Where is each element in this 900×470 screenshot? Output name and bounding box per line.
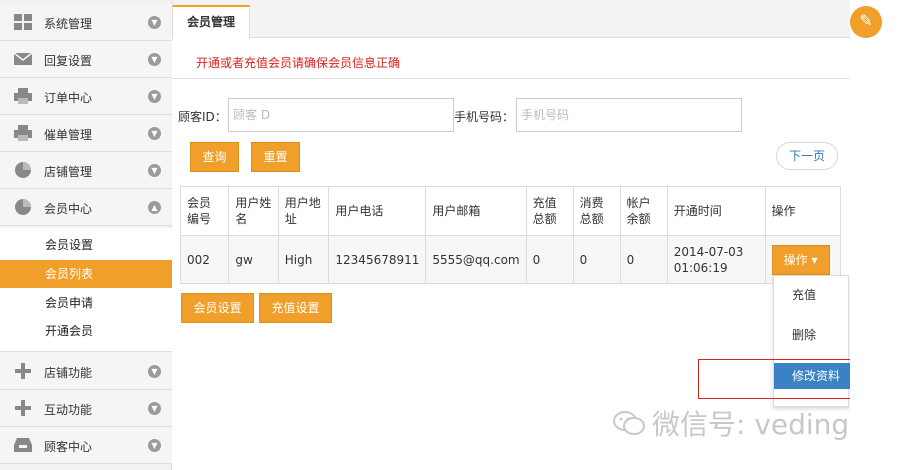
sidebar-item-label: 催单管理 [44,128,93,142]
cell-phone: 12345678911 [328,235,427,284]
sidebar-item-label: 店铺功能 [44,366,93,380]
col-header: 消费总额 [572,186,621,236]
sidebar-item-label: 互动功能 [44,403,93,417]
tab-bar: 会员管理 [172,0,850,39]
plus-icon [15,400,31,416]
logo-icon: ✎ [850,6,882,38]
sidebar-item-system[interactable]: 系统管理 ▼ [0,4,172,41]
chevron-down-icon[interactable]: ▼ [148,16,161,29]
caret-down-icon: ▾ [811,252,818,267]
sidebar-item-reminders[interactable]: 催单管理 ▼ [0,115,172,152]
cell-recharge: 0 [525,235,574,284]
main-panel: 会员管理 开通或者充值会员请确保会员信息正确 顾客ID： 顾客 D 手机号码： … [172,0,850,470]
sidebar-item-label: 回复设置 [44,54,93,68]
sidebar: 系统管理 ▼ 回复设置 ▼ 订单中心 ▼ 催单管理 ▼ 店铺管理 ▼ 会员中心 … [0,0,172,470]
reset-button[interactable]: 重置 [251,142,300,172]
sidebar-item-label: 店铺管理 [44,165,93,179]
col-header: 用户电话 [328,186,427,236]
cell-address: High [277,235,330,284]
col-header: 用户邮箱 [425,186,527,236]
chevron-down-icon[interactable]: ▼ [148,439,161,452]
cell-balance: 0 [619,235,668,284]
cell-email: 5555@qq.com [425,235,527,284]
sidebar-item-interactive[interactable]: 互动功能 ▼ [0,390,172,427]
col-header: 充值总额 [525,186,574,236]
submenu-member-applications[interactable]: 会员申请 [0,289,172,317]
col-header: 开通时间 [666,186,766,236]
plus-icon [15,363,31,379]
menu-item-recharge[interactable]: 充值 [774,282,850,308]
col-header: 帐户余额 [619,186,668,236]
chevron-down-icon[interactable]: ▼ [148,365,161,378]
col-header: 操作 [764,186,842,236]
query-button[interactable]: 查询 [190,142,239,172]
col-header: 用户姓名 [228,186,279,236]
tab-member-management[interactable]: 会员管理 [172,5,250,39]
chevron-down-icon[interactable]: ▼ [148,90,161,103]
sidebar-item-reply[interactable]: 回复设置 ▼ [0,41,172,78]
members-submenu: 会员设置 会员列表 会员申请 开通会员 [0,228,172,352]
cell-opened: 2014-07-03 01:06:19 [666,235,766,284]
cell-spent: 0 [572,235,621,284]
chevron-up-icon[interactable]: ▲ [148,201,161,214]
notice-text: 开通或者充值会员请确保会员信息正确 [196,56,401,70]
chevron-down-icon[interactable]: ▼ [148,53,161,66]
printer-icon [14,88,32,104]
sidebar-item-label: 会员中心 [44,202,93,216]
chevron-down-icon[interactable]: ▼ [148,164,161,177]
chevron-down-icon[interactable]: ▼ [148,127,161,140]
divider [172,78,850,79]
action-label: 操作 [783,252,808,267]
wechat-icon [613,411,645,435]
printer-icon [14,125,32,141]
right-strip [850,0,900,470]
sidebar-item-label: 系统管理 [44,17,93,31]
pie-chart-icon [15,199,31,215]
sidebar-item-label: 顾客中心 [44,440,93,454]
watermark-text: 微信号: veding [652,408,850,441]
member-table: 会员编号 用户姓名 用户地址 用户电话 用户邮箱 充值总额 消费总额 帐户余额 … [179,186,842,284]
recharge-settings-button[interactable]: 充值设置 [259,293,332,323]
phone-input[interactable]: 手机号码 [516,98,742,132]
customer-id-input[interactable]: 顾客 D [228,98,454,132]
sidebar-item-members[interactable]: 会员中心 ▲ [0,189,172,226]
sidebar-item-store[interactable]: 店铺管理 ▼ [0,152,172,189]
action-dropdown-button[interactable]: 操作 ▾ [771,244,830,275]
sidebar-item-label: 订单中心 [44,91,93,105]
chevron-down-icon[interactable]: ▼ [148,402,161,415]
table-header-row: 会员编号 用户姓名 用户地址 用户电话 用户邮箱 充值总额 消费总额 帐户余额 … [179,186,842,236]
cell-id: 002 [179,235,230,284]
menu-item-delete[interactable]: 删除 [774,322,850,348]
sidebar-item-customers[interactable]: 顾客中心 ▼ [0,427,172,464]
phone-label: 手机号码： [454,110,515,124]
customer-id-label: 顾客ID： [178,110,227,124]
cell-name: gw [228,235,279,284]
next-page-button[interactable]: 下一页 [776,142,838,170]
pie-chart-icon [15,162,31,178]
member-settings-button[interactable]: 会员设置 [181,293,254,323]
submenu-member-list[interactable]: 会员列表 [0,260,172,288]
col-header: 用户地址 [277,186,330,236]
envelope-icon [13,52,33,65]
sidebar-item-orders[interactable]: 订单中心 ▼ [0,78,172,115]
submenu-open-member[interactable]: 开通会员 [0,317,172,345]
grid-icon [14,14,32,30]
submenu-member-settings[interactable]: 会员设置 [0,231,172,259]
sidebar-item-store-functions[interactable]: 店铺功能 ▼ [0,353,172,390]
watermark: 微信号: veding [612,403,849,443]
inbox-icon [14,438,32,452]
col-header: 会员编号 [179,186,230,236]
table-row: 002 gw High 12345678911 5555@qq.com 0 0 … [179,235,842,284]
